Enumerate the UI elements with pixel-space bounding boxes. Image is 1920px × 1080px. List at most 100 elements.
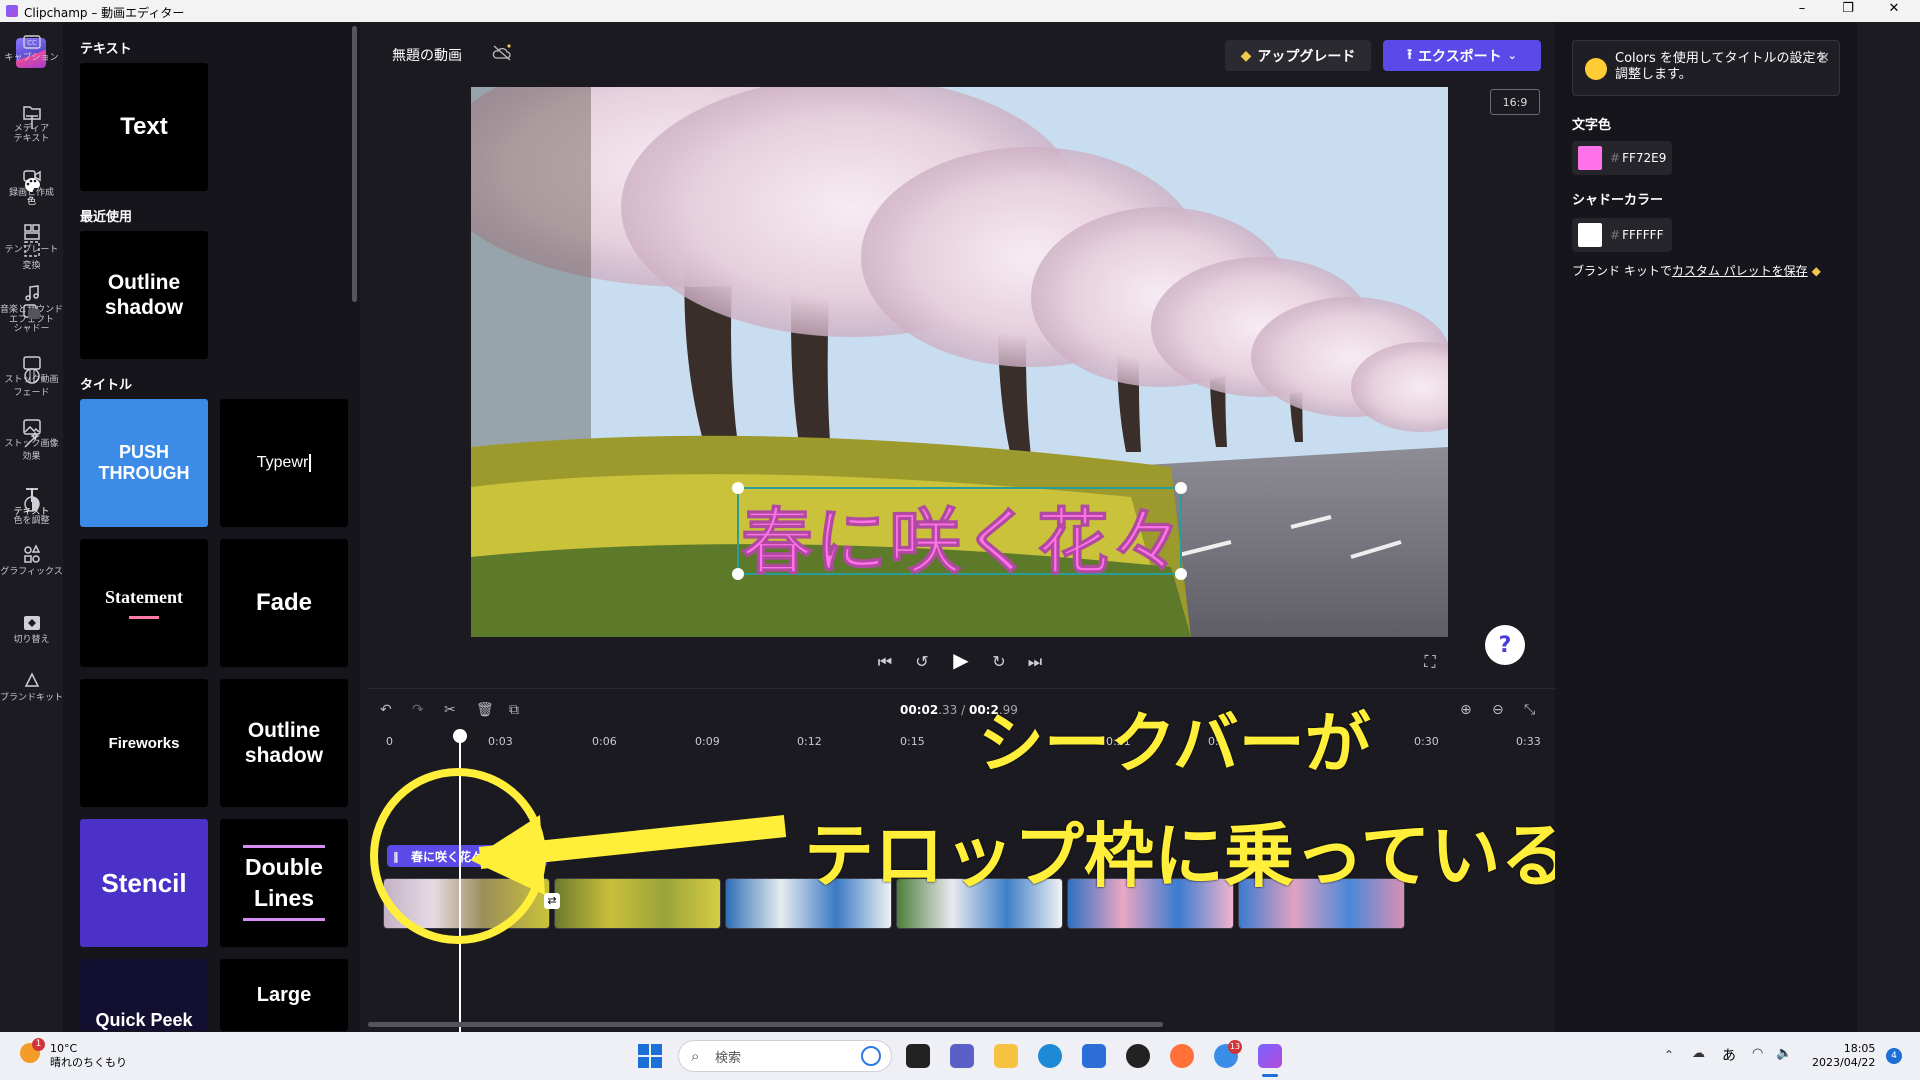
diamond-icon: ◆ [1240,47,1252,64]
transform-icon [23,241,40,257]
play-icon[interactable]: ▶ [950,648,972,672]
timeline-scrollbar[interactable] [368,1022,1163,1027]
chevron-up-icon[interactable]: ⌃ [1664,1048,1674,1062]
large-card[interactable]: Large [220,959,348,1031]
maximize-icon[interactable]: ❐ [1838,1,1858,16]
adjust-color-icon [23,496,40,512]
stencil-card[interactable]: Stencil [80,819,208,947]
tip-banner: Colors を使用してタイトルの設定を調整します。 ✕ [1572,40,1840,96]
upgrade-button[interactable]: ◆ アップグレード [1225,40,1371,71]
temperature: 10°C [50,1042,78,1055]
rail-label: フェード [13,388,50,398]
rail-item-effects[interactable]: 効果 [0,431,63,462]
hash-symbol: # [1610,228,1621,242]
undo-icon[interactable]: ↶ [380,702,392,718]
annotation-text-line1: シークバーが [978,705,1371,782]
aspect-ratio-button[interactable]: 16:9 [1490,89,1540,115]
firefox-icon[interactable] [1170,1044,1194,1068]
fullscreen-icon[interactable]: ⛶ [1419,652,1441,674]
font-color-swatch[interactable] [1578,146,1602,170]
weather-widget[interactable]: 10°C 晴れのちくもり [50,1042,127,1070]
panel-scrollbar[interactable] [352,26,357,302]
rail-item-shadow[interactable]: シャドー [0,303,63,334]
volume-icon[interactable]: 🔈 [1776,1046,1792,1061]
statement-underline [129,616,159,619]
clock-date: 2023/04/22 [1812,1056,1876,1069]
rail-item-fade[interactable]: フェード [0,367,63,398]
effects-icon [24,431,40,448]
section-heading-titles: タイトル [80,378,133,393]
push-through-card[interactable]: PUSH THROUGH [80,399,208,527]
font-color-picker[interactable]: # FF72E9 [1572,141,1672,175]
task-view-icon[interactable] [906,1044,930,1068]
redo-icon[interactable]: ↷ [412,702,424,718]
close-icon[interactable]: ✕ [1818,50,1830,66]
onedrive-icon[interactable]: ☁ [1692,1046,1705,1061]
zoom-in-icon[interactable]: ⊕ [1460,702,1472,718]
skip-forward-icon[interactable]: ⏭ [1024,652,1046,674]
rail-item-transitions[interactable]: 切り替え [0,614,63,645]
file-explorer-icon[interactable] [994,1044,1018,1068]
edge-icon[interactable] [1038,1044,1062,1068]
notification-count[interactable]: 4 [1886,1048,1902,1064]
fireworks-card[interactable]: Fireworks [80,679,208,807]
duplicate-icon[interactable]: ⧉ [509,702,519,718]
delete-icon[interactable]: 🗑 [476,702,494,718]
time-tick: 0:30 [1414,735,1439,748]
graphics-icon [23,544,40,563]
tip-text: Colors を使用してタイトルの設定を調整します。 [1615,51,1829,82]
double-line-top [243,845,325,848]
wifi-icon[interactable]: ◠ [1752,1046,1763,1061]
forward-5-icon[interactable]: ↻ [988,652,1010,674]
quick-peek-card[interactable]: Quick Peek [80,959,208,1031]
time-tick: 0:09 [695,735,720,748]
export-button[interactable]: ⭱ エクスポート ⌄ [1383,40,1541,71]
zoom-out-icon[interactable]: ⊖ [1492,702,1504,718]
taskbar-search[interactable]: ⌕ 検索 [678,1040,892,1072]
caption-overlay-text[interactable]: 春に咲く花々 [740,483,1185,588]
save-custom-palette-link[interactable]: カスタム パレットを保存 [1672,264,1808,278]
minimize-icon[interactable]: – [1792,1,1812,16]
close-window-icon[interactable]: ✕ [1884,1,1904,16]
rail-item-transform[interactable]: 変換 [0,240,63,271]
text-style-card[interactable]: Text [80,63,208,191]
time-tick: 0 [386,735,393,748]
typewriter-card[interactable]: Typewr [220,399,348,527]
fade-card[interactable]: Fade [220,539,348,667]
dell-icon[interactable] [1126,1044,1150,1068]
shadow-color-swatch[interactable] [1578,223,1602,247]
project-title[interactable]: 無題の動画 [392,45,462,65]
outline-shadow-card[interactable]: Outline shadow [80,231,208,359]
font-color-value[interactable]: FF72E9 [1622,151,1666,165]
fit-timeline-icon[interactable]: ⤡ [1524,702,1535,718]
clipchamp-taskbar-icon[interactable] [1258,1044,1282,1068]
store-icon[interactable] [1082,1044,1106,1068]
windows-start-icon[interactable] [638,1044,662,1068]
rail-item-text-settings[interactable]: テキスト [0,113,63,144]
music-icon [24,285,39,301]
shadow-color-value[interactable]: FFFFFF [1622,228,1663,242]
double-lines-card[interactable]: Double Lines [220,819,348,947]
rewind-5-icon[interactable]: ↺ [911,652,933,674]
rail-item-brand-kit[interactable]: ブランドキット [0,672,63,703]
shadow-color-label: シャドーカラー [1572,193,1664,208]
font-color-label: 文字色 [1572,118,1612,133]
rail-item-graphics[interactable]: グラフィックス [0,544,63,577]
card-label: Text [120,113,168,140]
statement-card[interactable]: Statement [80,539,208,667]
rail-item-adjust-color[interactable]: 色を調整 [0,495,63,526]
taskbar-clock[interactable]: 18:05 2023/04/22 [1812,1042,1875,1070]
ime-indicator[interactable]: あ [1722,1045,1736,1065]
shadow-color-picker[interactable]: # FFFFFF [1572,218,1672,252]
skip-back-icon[interactable]: ⏮ [874,652,896,674]
rail-label: グラフィックス [0,567,63,577]
captions-icon: CC [22,35,41,49]
split-scissors-icon[interactable]: ✂ [444,702,456,718]
rail-item-captions[interactable]: CC キャプション [0,34,63,63]
card-label: Typewr [256,454,309,471]
outline-shadow-card-2[interactable]: Outline shadow [220,679,348,807]
teams-chat-icon[interactable] [950,1044,974,1068]
upload-icon: ⭱ [1407,46,1413,63]
help-button[interactable]: ? [1485,625,1525,665]
rail-item-color[interactable]: 色 [0,176,63,207]
